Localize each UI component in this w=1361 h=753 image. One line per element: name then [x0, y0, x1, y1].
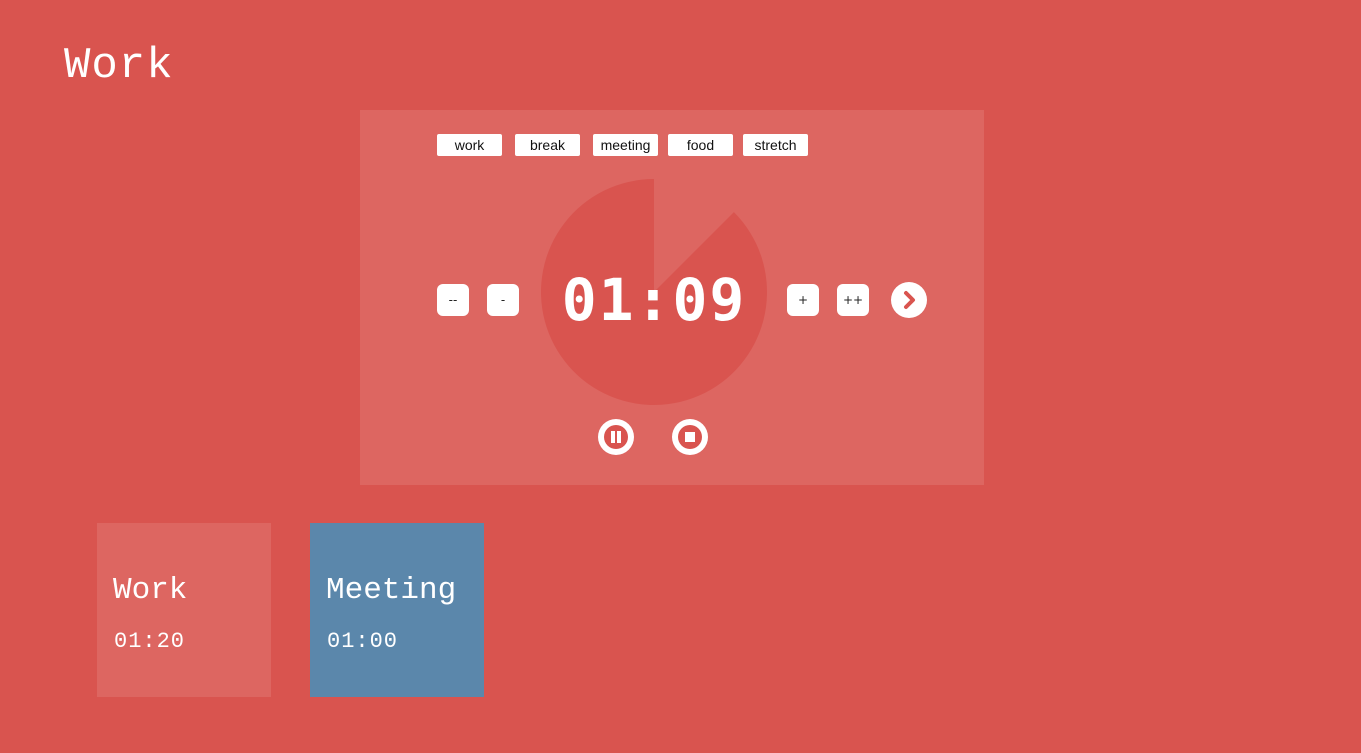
- increase-button[interactable]: +: [787, 284, 819, 316]
- tag-work[interactable]: work: [437, 134, 502, 156]
- timer-panel: work break meeting food stretch -- - 01:…: [360, 110, 984, 485]
- card-time: 01:20: [114, 629, 186, 654]
- chevron-right-icon: [904, 291, 915, 309]
- stop-button[interactable]: [672, 419, 708, 455]
- card-work[interactable]: Work 01:20: [97, 523, 271, 697]
- stop-icon: [678, 425, 702, 449]
- tag-food[interactable]: food: [668, 134, 733, 156]
- page-title: Work: [64, 41, 174, 91]
- decrease-button[interactable]: -: [487, 284, 519, 316]
- next-button[interactable]: [891, 282, 927, 318]
- card-title: Work: [113, 573, 188, 608]
- card-meeting[interactable]: Meeting 01:00: [310, 523, 484, 697]
- decrease-large-button[interactable]: --: [437, 284, 469, 316]
- timer-display: 01:09: [561, 266, 747, 334]
- tag-stretch[interactable]: stretch: [743, 134, 808, 156]
- increase-large-button[interactable]: ++: [837, 284, 869, 316]
- tag-meeting[interactable]: meeting: [593, 134, 658, 156]
- pause-icon: [604, 425, 628, 449]
- card-time: 01:00: [327, 629, 399, 654]
- card-title: Meeting: [326, 573, 457, 608]
- tag-break[interactable]: break: [515, 134, 580, 156]
- pause-button[interactable]: [598, 419, 634, 455]
- timer-app: Work work break meeting food stretch -- …: [0, 0, 1361, 753]
